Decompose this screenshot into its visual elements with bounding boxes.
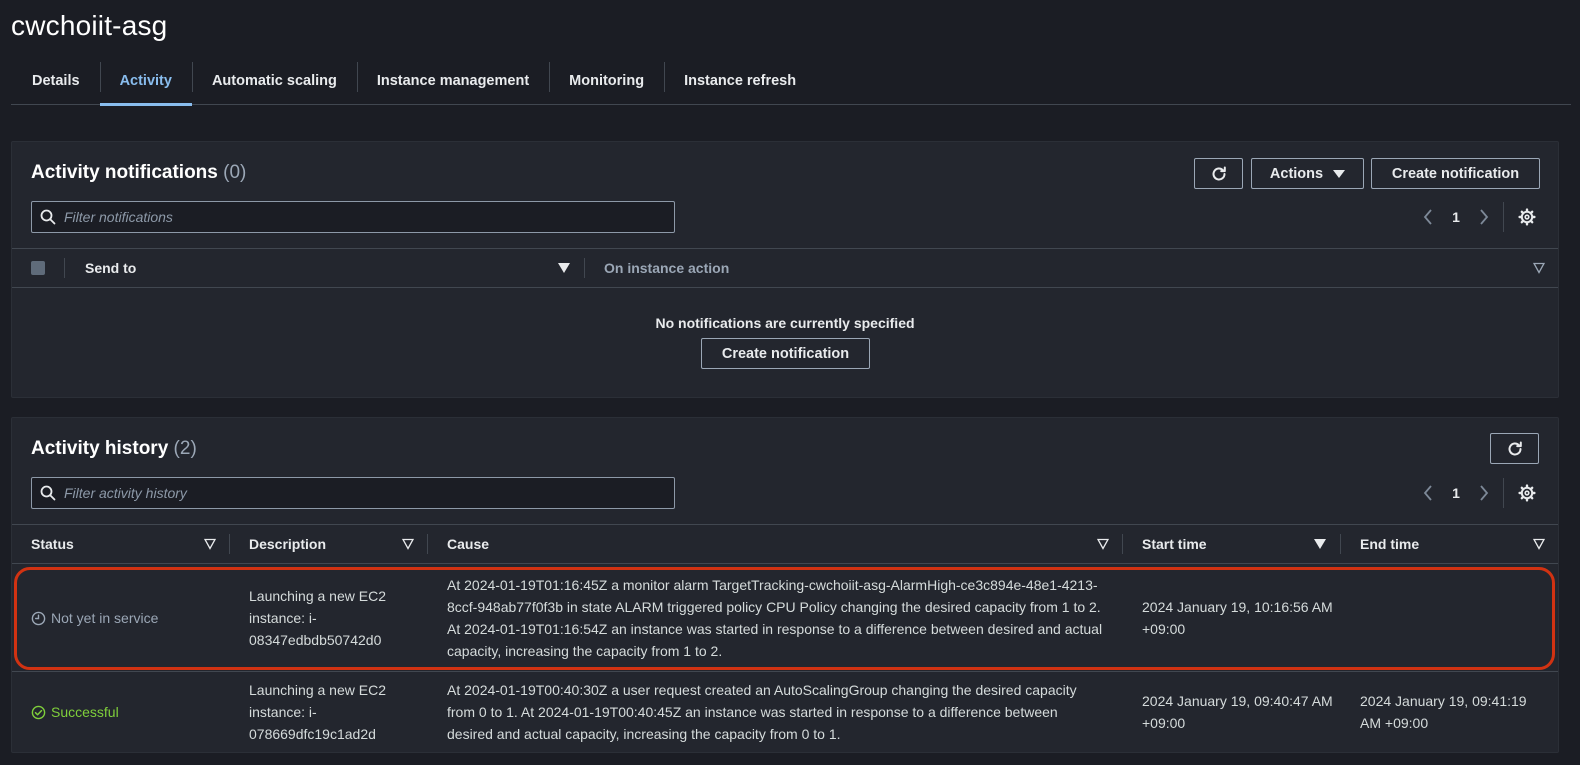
select-all-checkbox[interactable] (31, 261, 45, 275)
current-page-number[interactable]: 1 (1441, 209, 1471, 225)
chevron-right-icon (1480, 209, 1489, 225)
notifications-count: (0) (223, 162, 247, 183)
notifications-table-header: Send to On instance action (12, 248, 1558, 288)
sort-icon[interactable] (1097, 538, 1109, 550)
refresh-icon (1508, 441, 1522, 455)
next-page-button[interactable] (1471, 480, 1497, 506)
tab-details[interactable]: Details (11, 58, 100, 105)
table-preferences-button[interactable] (1514, 204, 1540, 230)
filter-notifications-search (31, 201, 675, 233)
column-divider (427, 534, 428, 554)
column-header-status[interactable]: Status (31, 525, 74, 563)
search-icon (32, 485, 64, 501)
clock-icon (31, 611, 46, 625)
description-cell: Launching a new EC2 instance: i-08347edb… (249, 588, 386, 648)
previous-page-button[interactable] (1415, 204, 1441, 230)
table-row[interactable]: Not yet in service Launching a new EC2 i… (12, 565, 1558, 671)
notifications-pagination: 1 (1415, 201, 1540, 233)
history-title: Activity history (31, 438, 169, 459)
column-header-start-time[interactable]: Start time (1142, 525, 1207, 563)
notifications-heading: Activity notifications (0) (31, 162, 246, 184)
current-page-number[interactable]: 1 (1441, 485, 1471, 501)
filter-activity-history-search (31, 477, 675, 509)
sort-icon[interactable] (402, 538, 414, 550)
column-divider (1122, 534, 1123, 554)
tab-monitoring[interactable]: Monitoring (549, 58, 664, 105)
column-header-on-instance-action[interactable]: On instance action (604, 249, 729, 287)
start-time-cell: 2024 January 19, 09:40:47 AM +09:00 (1142, 693, 1333, 731)
table-preferences-button[interactable] (1514, 480, 1540, 506)
column-header-send-to[interactable]: Send to (85, 249, 136, 287)
empty-state-message: No notifications are currently specified (655, 315, 915, 331)
notifications-refresh-button[interactable] (1194, 158, 1243, 189)
tab-instance-refresh[interactable]: Instance refresh (664, 58, 816, 105)
column-divider (584, 258, 585, 278)
previous-page-button[interactable] (1415, 480, 1441, 506)
check-circle-icon (31, 705, 46, 719)
gear-icon (1518, 208, 1536, 226)
column-header-cause[interactable]: Cause (447, 525, 489, 563)
status-cell: Not yet in service (31, 565, 158, 671)
search-icon (32, 209, 64, 225)
sort-icon[interactable] (1533, 262, 1545, 274)
status-text: Successful (51, 704, 119, 720)
empty-state-create-notification-button[interactable]: Create notification (701, 338, 870, 369)
end-time-cell (1360, 565, 1550, 671)
column-divider (64, 258, 65, 278)
history-count: (2) (173, 438, 197, 459)
next-page-button[interactable] (1471, 204, 1497, 230)
tab-instance-management[interactable]: Instance management (356, 58, 549, 105)
create-notification-button[interactable]: Create notification (1371, 158, 1540, 189)
column-header-end-time[interactable]: End time (1360, 525, 1419, 563)
chevron-left-icon (1423, 485, 1432, 501)
sort-descending-icon[interactable] (558, 262, 570, 274)
history-refresh-button[interactable] (1490, 433, 1539, 464)
tab-activity[interactable]: Activity (99, 58, 193, 106)
caret-down-icon (1333, 169, 1346, 178)
tab-bar: Details Activity Automatic scaling Insta… (11, 58, 1571, 106)
sort-descending-icon[interactable] (1314, 538, 1326, 550)
refresh-icon (1212, 166, 1226, 180)
filter-activity-history-input[interactable] (64, 485, 674, 501)
gear-icon (1518, 484, 1536, 502)
activity-notifications-panel: Activity notifications (0) Actions Creat… (11, 141, 1559, 398)
chevron-right-icon (1480, 485, 1489, 501)
history-pagination: 1 (1415, 477, 1540, 509)
start-time-cell: 2024 January 19, 10:16:56 AM +09:00 (1142, 599, 1333, 637)
pager-divider (1503, 202, 1504, 232)
page-title: cwchoiit-asg (11, 10, 168, 41)
history-table-header: Status Description Cause Start time End … (12, 524, 1558, 564)
activity-history-panel: Activity history (2) 1 (11, 417, 1559, 753)
filter-notifications-input[interactable] (64, 209, 674, 225)
notifications-title: Activity notifications (31, 162, 218, 183)
chevron-left-icon (1423, 209, 1432, 225)
pager-divider (1503, 478, 1504, 508)
sort-icon[interactable] (204, 538, 216, 550)
history-heading: Activity history (2) (31, 438, 197, 460)
cause-cell: At 2024-01-19T00:40:30Z a user request c… (447, 682, 1077, 742)
table-row[interactable]: Successful Launching a new EC2 instance:… (12, 671, 1558, 753)
description-cell: Launching a new EC2 instance: i-078669df… (249, 682, 386, 742)
tab-automatic-scaling[interactable]: Automatic scaling (191, 58, 357, 105)
column-header-description[interactable]: Description (249, 525, 326, 563)
status-cell: Successful (31, 672, 119, 752)
cause-cell: At 2024-01-19T01:16:45Z a monitor alarm … (447, 577, 1103, 659)
end-time-cell: 2024 January 19, 09:41:19 AM +09:00 (1360, 693, 1527, 731)
column-divider (229, 534, 230, 554)
status-text: Not yet in service (51, 610, 159, 626)
column-divider (1340, 534, 1341, 554)
actions-dropdown-button[interactable]: Actions (1251, 158, 1364, 189)
sort-icon[interactable] (1533, 538, 1545, 550)
actions-label: Actions (1269, 165, 1324, 182)
